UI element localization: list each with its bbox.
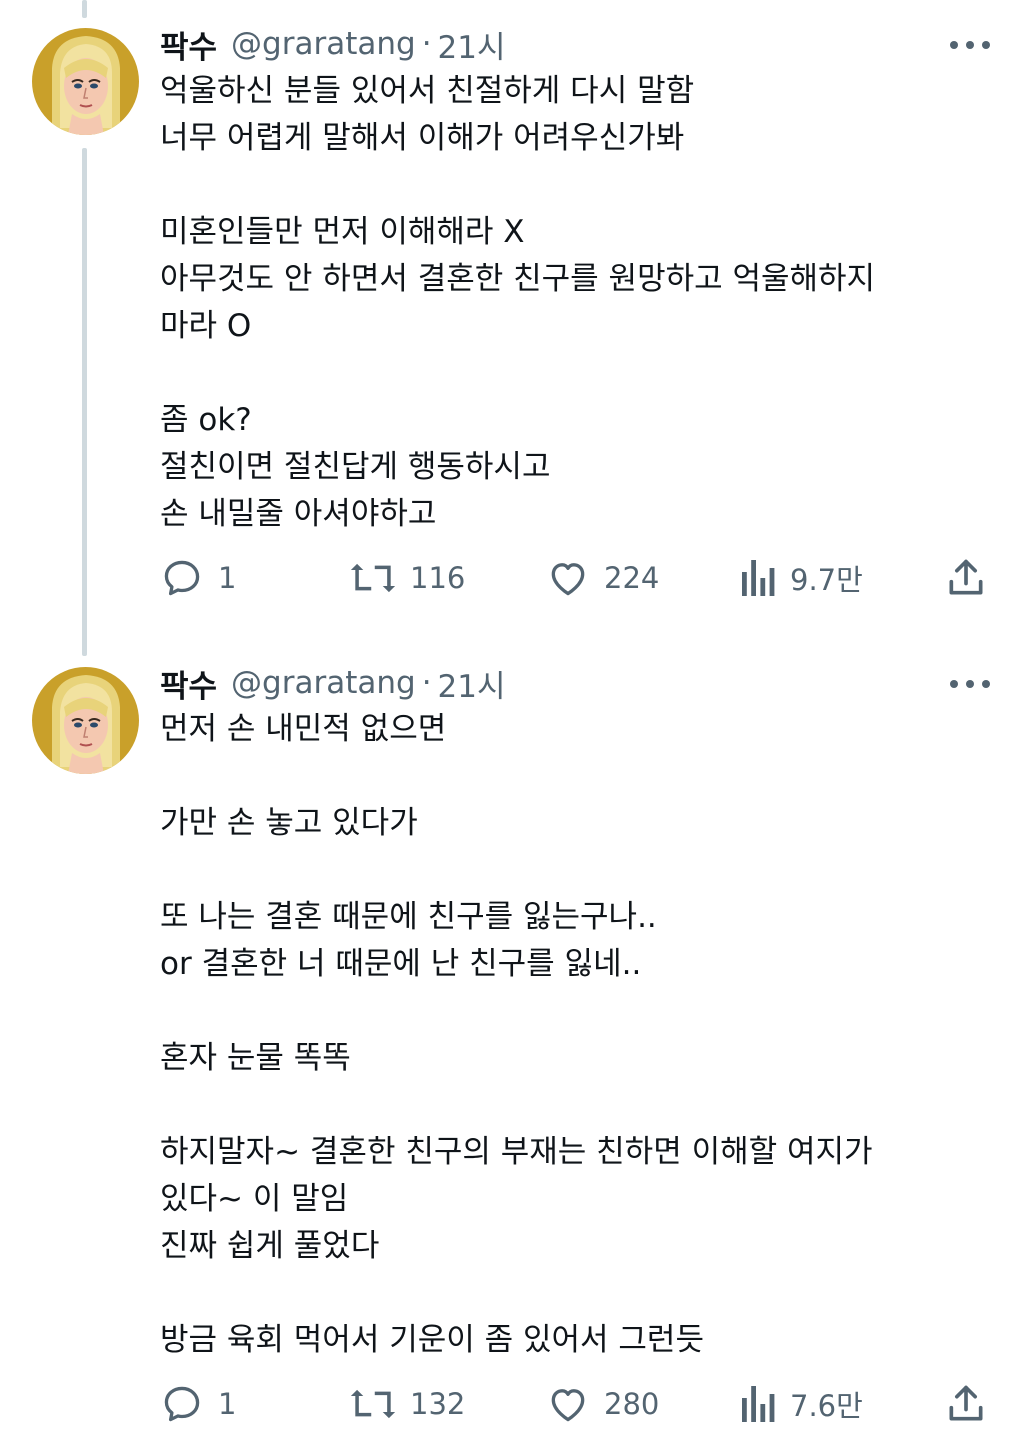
- reply-bubble-icon: [164, 560, 200, 596]
- tweet-text-line: 진짜 쉽게 풀었다: [160, 1228, 380, 1264]
- tweet[interactable]: 팍수 @graratang · 21시 먼저 손 내민적 없으면 가만 손 놓고…: [0, 640, 1024, 1440]
- separator-dot: ·: [421, 26, 432, 62]
- share-upload-icon: [949, 559, 983, 595]
- tweet[interactable]: 팍수 @graratang · 21시 억울하신 분들 있어서 친절하게 다시 …: [0, 0, 1024, 640]
- display-name[interactable]: 팍수: [160, 661, 217, 706]
- tweet-text-line: 혼자 눈물 똑똑: [160, 1040, 351, 1076]
- like-count: 224: [604, 561, 660, 595]
- timestamp[interactable]: 21시: [438, 661, 506, 706]
- tweet-header: 팍수 @graratang · 21시: [160, 661, 506, 705]
- tweet-actions: 1 116 224 9.7만: [160, 556, 990, 600]
- like-button[interactable]: 224: [546, 556, 659, 600]
- heart-icon: [551, 563, 585, 596]
- like-count: 280: [604, 1387, 660, 1421]
- share-upload-icon: [949, 1385, 983, 1421]
- bar-chart-icon: [742, 560, 775, 596]
- avatar[interactable]: [32, 28, 139, 135]
- tweet-text-line: [160, 753, 980, 800]
- retweet-arrows-icon: [350, 563, 396, 593]
- reply-button[interactable]: 1: [160, 1382, 236, 1426]
- views-button[interactable]: 7.6만: [740, 1382, 863, 1426]
- reply-count: 1: [218, 1387, 237, 1421]
- retweet-button[interactable]: 116: [350, 556, 465, 600]
- tweet-text-line: 또 나는 결혼 때문에 친구를 잃는구나..: [160, 899, 657, 935]
- tweet-text-line: [160, 350, 980, 397]
- tweet-text-line: 너무 어렵게 말해서 이해가 어려우신가봐: [160, 120, 685, 156]
- separator-dot: ·: [421, 665, 432, 701]
- avatar-portrait-icon: [32, 28, 139, 135]
- tweet-text: 억울하신 분들 있어서 친절하게 다시 말함 너무 어렵게 말해서 이해가 어려…: [160, 68, 980, 538]
- reply-count: 1: [218, 561, 237, 595]
- tweet-text-line: 아무것도 안 하면서 결혼한 친구를 원망하고 억울해하지: [160, 261, 876, 297]
- share-button[interactable]: [944, 1382, 988, 1426]
- retweet-count: 132: [410, 1387, 466, 1421]
- tweet-text-line: [160, 847, 980, 894]
- timestamp[interactable]: 21시: [438, 22, 506, 67]
- display-name[interactable]: 팍수: [160, 22, 217, 67]
- avatar[interactable]: [32, 667, 139, 774]
- tweet-text-line: or 결혼한 너 때문에 난 친구를 잃네..: [160, 946, 642, 982]
- heart-icon: [551, 1389, 585, 1422]
- more-dots-icon[interactable]: [950, 35, 990, 55]
- avatar-portrait-icon: [32, 667, 139, 774]
- view-count: 9.7만: [790, 563, 863, 597]
- bar-chart-icon: [742, 1386, 775, 1422]
- reply-button[interactable]: 1: [160, 556, 236, 600]
- tweet-text-line: 억울하신 분들 있어서 친절하게 다시 말함: [160, 73, 695, 109]
- tweet-text-line: [160, 1082, 980, 1129]
- tweet-text-line: 좀 ok?: [160, 402, 252, 438]
- tweet-text-line: 하지말자~ 결혼한 친구의 부재는 친하면 이해할 여지가: [160, 1134, 873, 1170]
- tweet-text-line: 마라 O: [160, 308, 252, 344]
- retweet-count: 116: [410, 561, 466, 595]
- like-button[interactable]: 280: [546, 1382, 659, 1426]
- more-dots-icon[interactable]: [950, 674, 990, 694]
- retweet-button[interactable]: 132: [350, 1382, 465, 1426]
- tweet-text-line: [160, 1270, 980, 1317]
- tweet-text-line: 방금 육회 먹어서 기운이 좀 있어서 그런듯: [160, 1322, 704, 1358]
- tweet-text-line: 있다~ 이 말임: [160, 1181, 349, 1217]
- tweet-header: 팍수 @graratang · 21시: [160, 22, 506, 66]
- retweet-arrows-icon: [350, 1389, 396, 1419]
- tweet-text-line: 절친이면 절친답게 행동하시고: [160, 449, 551, 485]
- views-button[interactable]: 9.7만: [740, 556, 863, 600]
- tweet-text-line: 먼저 손 내민적 없으면: [160, 711, 447, 747]
- tweet-text-line: 미혼인들만 먼저 이해해라 X: [160, 214, 525, 250]
- tweet-text-line: [160, 162, 980, 209]
- tweet-text: 먼저 손 내민적 없으면 가만 손 놓고 있다가 또 나는 결혼 때문에 친구를…: [160, 706, 980, 1364]
- tweet-text-line: 손 내밀줄 아셔야하고: [160, 496, 437, 532]
- share-button[interactable]: [944, 556, 988, 600]
- tweet-actions: 1 132 280 7.6만: [160, 1382, 990, 1426]
- user-handle[interactable]: @graratang: [231, 26, 416, 62]
- user-handle[interactable]: @graratang: [231, 665, 416, 701]
- view-count: 7.6만: [790, 1389, 863, 1423]
- tweet-text-line: 가만 손 놓고 있다가: [160, 805, 418, 841]
- tweet-text-line: [160, 988, 980, 1035]
- reply-bubble-icon: [164, 1386, 200, 1422]
